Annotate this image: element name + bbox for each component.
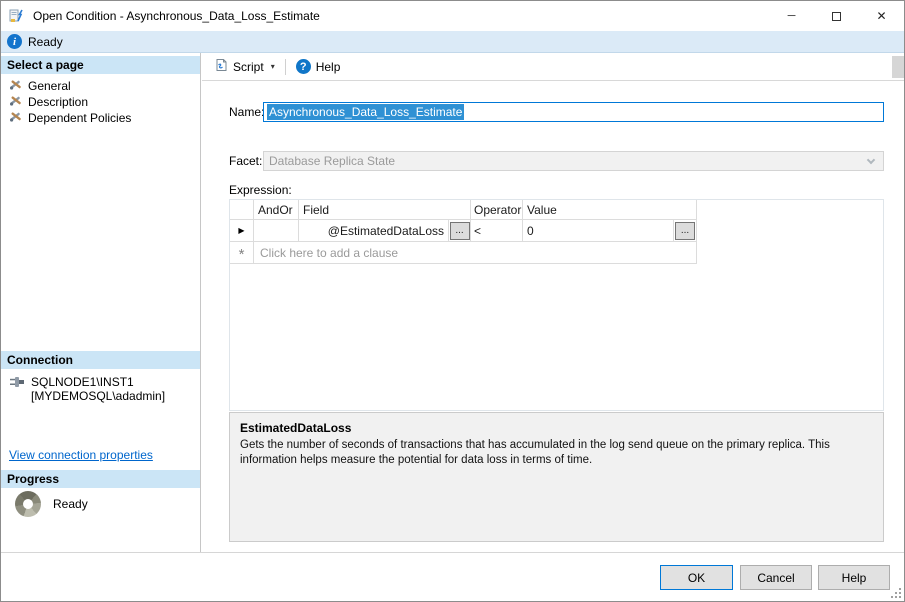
facet-select[interactable]: Database Replica State bbox=[263, 151, 884, 171]
script-button-label: Script bbox=[233, 59, 264, 74]
sidebar-item-label: Description bbox=[28, 95, 89, 109]
value-ellipsis-button[interactable]: ... bbox=[675, 221, 695, 240]
expression-grid: AndOr Field Operator Value ▶ @EstimatedD… bbox=[229, 199, 884, 411]
page-tools-icon bbox=[9, 110, 22, 126]
toolbar: Script ▾ ? Help bbox=[202, 53, 904, 81]
content-area: Name: Asynchronous_Data_Loss_Estimate Fa… bbox=[202, 82, 904, 554]
grid-header-value: Value bbox=[523, 200, 697, 220]
grid-header-selector bbox=[230, 200, 254, 220]
name-value-selected: Asynchronous_Data_Loss_Estimate bbox=[267, 104, 465, 120]
progress-status: Ready bbox=[15, 491, 88, 517]
name-input[interactable]: Asynchronous_Data_Loss_Estimate bbox=[263, 102, 884, 122]
close-icon: ✕ bbox=[876, 9, 887, 23]
minimize-icon: ─ bbox=[787, 10, 796, 22]
description-panel: EstimatedDataLoss Gets the number of sec… bbox=[229, 412, 884, 542]
maximize-button[interactable] bbox=[814, 1, 859, 31]
facet-dropdown-icon bbox=[866, 155, 876, 165]
field-cell[interactable]: @EstimatedDataLoss bbox=[299, 220, 449, 242]
field-browse-cell: ... bbox=[449, 220, 471, 242]
operator-cell[interactable]: < bbox=[471, 220, 523, 242]
toolbar-separator bbox=[284, 58, 286, 75]
name-label: Name: bbox=[229, 105, 265, 119]
add-clause-text: Click here to add a clause bbox=[260, 245, 399, 260]
titlebar: Open Condition - Asynchronous_Data_Loss_… bbox=[1, 1, 904, 31]
add-clause-cell[interactable]: Click here to add a clause bbox=[254, 242, 697, 264]
value-browse-cell: ... bbox=[674, 220, 697, 242]
help-icon: ? bbox=[295, 59, 311, 74]
sidebar-item-description[interactable]: Description bbox=[1, 94, 199, 110]
close-button[interactable]: ✕ bbox=[859, 1, 904, 31]
new-row-selector-cell: * bbox=[230, 242, 254, 264]
script-dropdown-icon[interactable]: ▾ bbox=[271, 62, 275, 71]
connection-account: [MYDEMOSQL\adadmin] bbox=[31, 389, 166, 403]
connection-header: Connection bbox=[1, 351, 200, 369]
info-icon: i bbox=[7, 34, 22, 49]
script-icon bbox=[214, 58, 228, 75]
sidebar: Select a page General Description Depend… bbox=[1, 53, 201, 554]
cancel-button[interactable]: Cancel bbox=[740, 565, 812, 590]
field-value: @EstimatedDataLoss bbox=[327, 223, 444, 238]
help-toolbar-button[interactable]: ? Help bbox=[290, 56, 347, 77]
grid-header-operator: Operator bbox=[471, 200, 523, 220]
connection-icon bbox=[9, 375, 25, 403]
expression-label: Expression: bbox=[229, 183, 292, 197]
status-ready-text: Ready bbox=[28, 34, 63, 49]
value-value: 0 bbox=[527, 223, 534, 238]
grid-header-row: AndOr Field Operator Value bbox=[230, 200, 883, 220]
help-button[interactable]: Help bbox=[818, 565, 890, 590]
minimize-button[interactable]: ─ bbox=[769, 1, 814, 31]
footer: OK Cancel Help bbox=[1, 552, 904, 601]
sidebar-item-label: General bbox=[28, 79, 71, 93]
sidebar-item-label: Dependent Policies bbox=[28, 111, 132, 125]
resize-grip[interactable] bbox=[889, 586, 902, 599]
statusbar: i Ready bbox=[1, 31, 904, 53]
toolbar-overflow[interactable] bbox=[892, 56, 904, 78]
dialog-window: Open Condition - Asynchronous_Data_Loss_… bbox=[0, 0, 905, 602]
facet-label: Facet: bbox=[229, 154, 263, 168]
page-tree: General Description Dependent Policies bbox=[1, 78, 199, 126]
ok-button[interactable]: OK bbox=[660, 565, 733, 590]
view-connection-properties-link[interactable]: View connection properties bbox=[9, 448, 153, 462]
select-a-page-header: Select a page bbox=[1, 56, 200, 74]
maximize-icon bbox=[832, 11, 841, 21]
new-row-icon: * bbox=[238, 246, 245, 263]
sidebar-item-general[interactable]: General bbox=[1, 78, 199, 94]
window-title: Open Condition - Asynchronous_Data_Loss_… bbox=[33, 9, 320, 23]
andor-cell[interactable] bbox=[254, 220, 299, 242]
help-button-label: Help bbox=[315, 59, 341, 74]
app-icon bbox=[9, 8, 25, 24]
value-cell[interactable]: 0 bbox=[523, 220, 674, 242]
main-panel: Script ▾ ? Help Name: Asynchronous_Data_… bbox=[202, 53, 904, 554]
progress-header: Progress bbox=[1, 470, 200, 488]
grid-new-row: * Click here to add a clause bbox=[230, 242, 883, 264]
window-controls: ─ ✕ bbox=[769, 1, 904, 31]
operator-value: < bbox=[474, 223, 482, 238]
script-button[interactable]: Script ▾ bbox=[208, 55, 281, 78]
progress-spinner-icon bbox=[15, 491, 41, 517]
connection-server: SQLNODE1\INST1 bbox=[31, 375, 134, 389]
connection-info: SQLNODE1\INST1 [MYDEMOSQL\adadmin] bbox=[9, 375, 165, 403]
description-title: EstimatedDataLoss bbox=[240, 421, 352, 435]
sidebar-item-dependent-policies[interactable]: Dependent Policies bbox=[1, 110, 199, 126]
grid-header-andor: AndOr bbox=[254, 200, 299, 220]
current-row-icon: ▶ bbox=[238, 226, 245, 235]
grid-clause-row: ▶ @EstimatedDataLoss ... < 0 ... bbox=[230, 220, 883, 242]
facet-value: Database Replica State bbox=[269, 154, 396, 168]
progress-ready-text: Ready bbox=[53, 497, 88, 511]
description-text: Gets the number of seconds of transactio… bbox=[240, 439, 830, 466]
field-ellipsis-button[interactable]: ... bbox=[449, 221, 470, 240]
grid-header-field: Field bbox=[299, 200, 471, 220]
page-tools-icon bbox=[9, 78, 22, 94]
row-selector-cell[interactable]: ▶ bbox=[230, 220, 254, 242]
page-tools-icon bbox=[9, 94, 22, 110]
